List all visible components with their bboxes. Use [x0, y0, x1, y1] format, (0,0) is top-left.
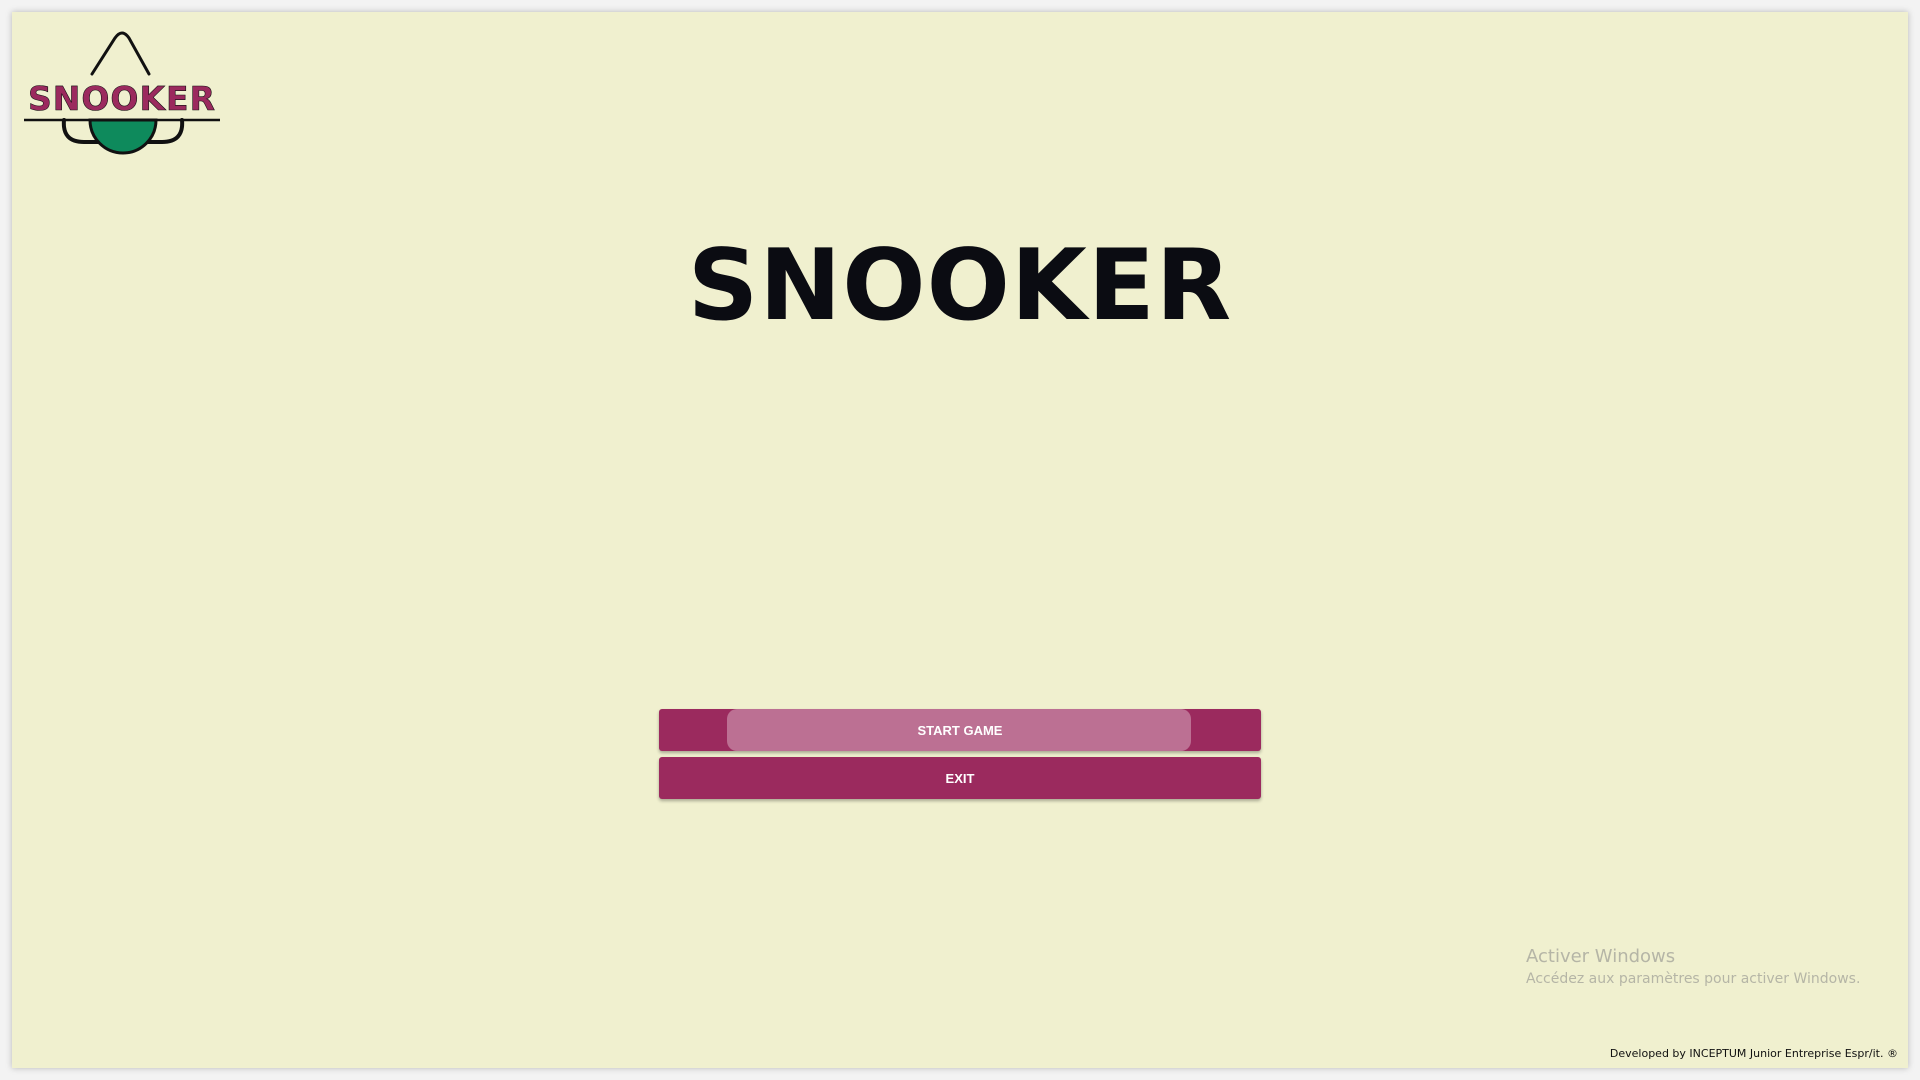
logo-wordmark: SNOOKER: [28, 79, 216, 118]
logo-arch: [90, 31, 151, 76]
developer-credit: Developed by INCEPTUM Junior Entreprise …: [1609, 1047, 1898, 1060]
exit-label: EXIT: [945, 770, 975, 786]
game-title: SNOOKER: [687, 229, 1233, 343]
start-game-button[interactable]: START GAME: [659, 709, 1261, 751]
watermark-title: Activer Windows: [1526, 946, 1676, 967]
snooker-logo: SNOOKER: [24, 31, 220, 155]
main-menu: START GAME EXIT: [659, 709, 1261, 805]
watermark-subtitle: Accédez aux paramètres pour activer Wind…: [1526, 971, 1861, 987]
game-window: SNOOKER SNOOKER START GAME EXIT Activer …: [12, 12, 1908, 1068]
exit-button[interactable]: EXIT: [659, 757, 1261, 799]
start-game-label: START GAME: [917, 722, 1003, 738]
logo-ball: [88, 118, 158, 155]
windows-activation-watermark: Activer Windows Accédez aux paramètres p…: [1526, 946, 1860, 987]
